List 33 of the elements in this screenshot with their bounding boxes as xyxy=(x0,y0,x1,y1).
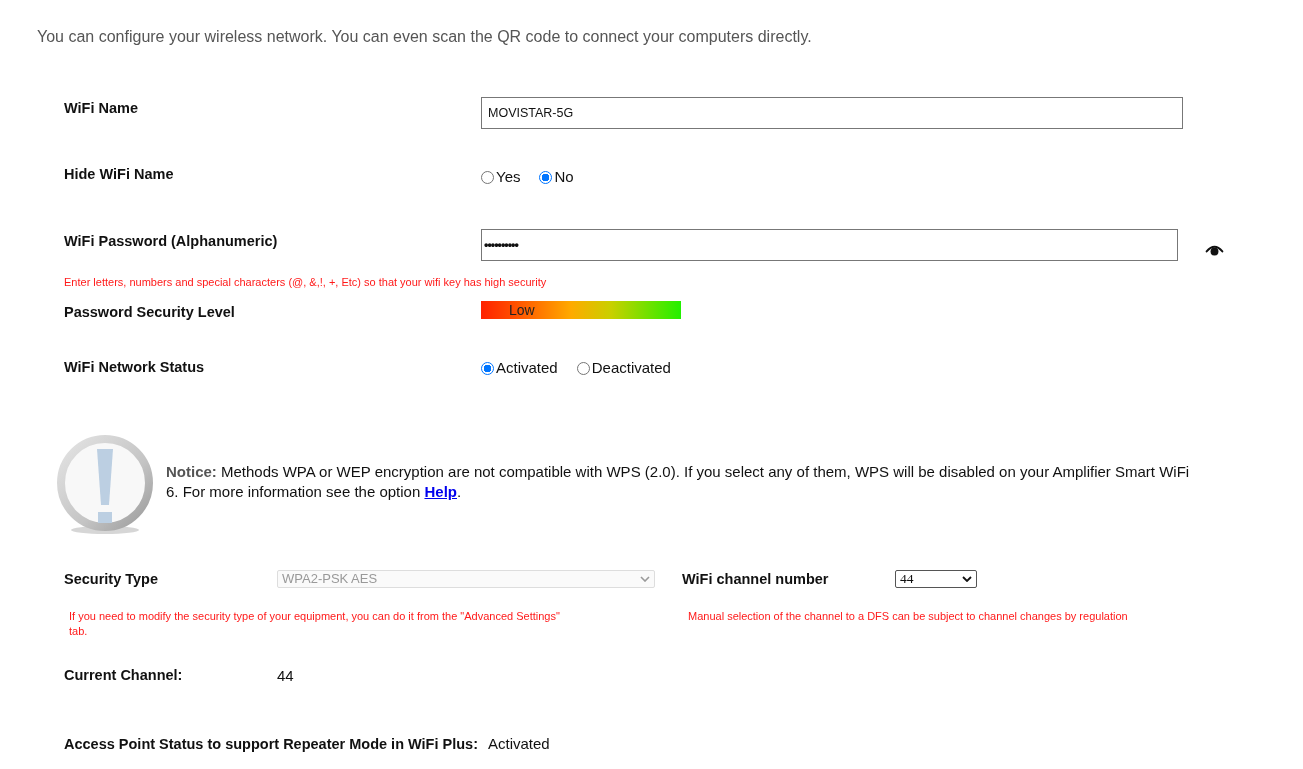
radio-label[interactable]: Yes xyxy=(496,168,521,186)
chevron-icon xyxy=(640,576,650,582)
chevron-icon xyxy=(962,576,972,582)
intro-text: You can configure your wireless network. You can even scan the QR code to connect your computers directly. xyxy=(37,27,812,47)
radio-button[interactable] xyxy=(481,361,494,375)
password-input[interactable]: •••••••••• xyxy=(481,229,1178,261)
hint-text: If you need to modify the security type of your equipment, you can do it from the "Advanced Settings" tab. xyxy=(69,609,561,639)
radio-button[interactable] xyxy=(576,361,590,375)
radio-button[interactable] xyxy=(481,170,494,184)
status-value: Activated xyxy=(488,735,550,753)
help-link[interactable]: Help xyxy=(424,483,457,500)
field-label: WiFi Network Status xyxy=(64,358,206,376)
channel-value: 44 xyxy=(277,666,294,685)
exclamation-icon xyxy=(55,435,155,535)
field-label: Hide WiFi Name xyxy=(64,165,175,183)
field-label: WiFi channel number xyxy=(682,570,830,588)
radio-label[interactable]: Activated xyxy=(496,359,558,377)
radio-label[interactable]: Deactivated xyxy=(591,359,671,377)
radio-button[interactable] xyxy=(539,170,553,184)
field-label: Current Channel: xyxy=(64,665,184,684)
channel-dropdown[interactable]: 44 xyxy=(895,570,977,588)
field-label: WiFi Password (Alphanumeric) xyxy=(64,232,279,250)
hint-text: Enter letters, numbers and special characters (@, &,!, +, Etc) so that your wifi key has high security xyxy=(64,275,547,290)
eye-icon[interactable] xyxy=(1205,244,1224,256)
wifi-name-input[interactable]: MOVISTAR-5G xyxy=(481,97,1183,129)
field-label: Security Type xyxy=(64,570,160,588)
field-label: WiFi Name xyxy=(64,99,139,117)
field-label: Access Point Status to support Repeater Mode in WiFi Plus: xyxy=(64,735,478,753)
strength-reading: Low xyxy=(509,301,535,319)
field-label: Password Security Level xyxy=(64,303,236,321)
hint-text: Manual selection of the channel to a DFS can be subject to channel changes by regulation xyxy=(688,609,1128,624)
radio-label[interactable]: No xyxy=(554,168,574,186)
notice-text: Notice: Methods WPA or WEP encryption are not compatible with WPS (2.0). If you select any of them, WPS will be disabled on your Amplifier Smart WiFi 6. For more information see the option Help. xyxy=(166,462,1191,502)
